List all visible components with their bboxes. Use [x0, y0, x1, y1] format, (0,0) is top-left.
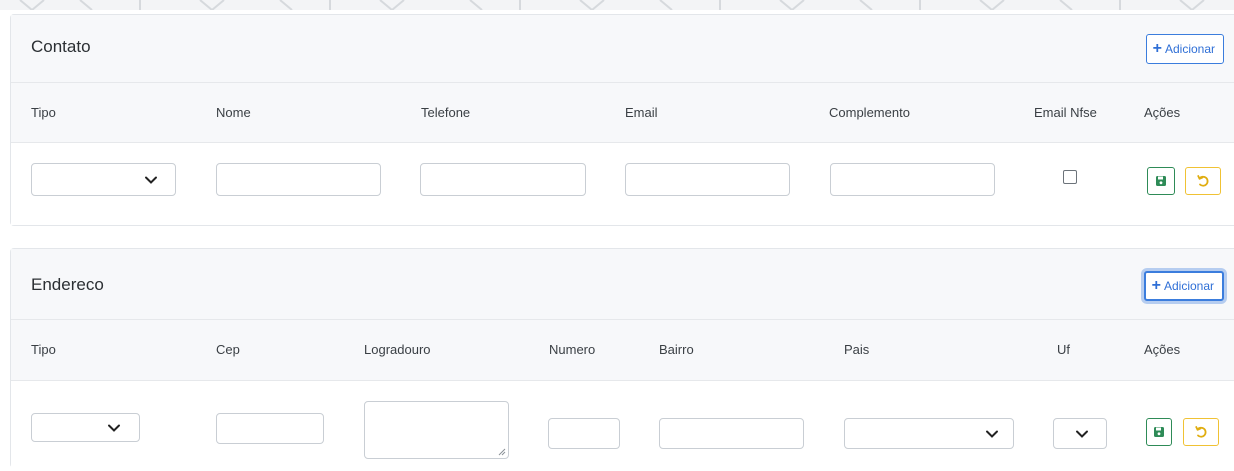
plus-icon: + [1152, 40, 1162, 57]
endereco-title: Endereco [31, 275, 104, 294]
contato-col-telefone: Telefone [421, 105, 471, 120]
endereco-col-acoes: Ações [1144, 342, 1181, 357]
endereco-cep-input[interactable] [216, 413, 324, 444]
floppy-disk-icon [1154, 427, 1164, 437]
plus-icon: + [1151, 277, 1161, 294]
contato-telefone-input[interactable] [420, 163, 586, 196]
contato-email-input[interactable] [625, 163, 790, 196]
contato-card: Contato + Adicionar Tipo Nome Telefone E… [10, 14, 1234, 226]
endereco-col-numero: Numero [549, 342, 596, 357]
endereco-add-label: Adicionar [1163, 279, 1214, 293]
endereco-add-button[interactable]: + Adicionar [1143, 271, 1224, 301]
contato-add-label: Adicionar [1164, 42, 1215, 56]
endereco-col-logradouro: Logradouro [364, 342, 431, 357]
contato-undo-button[interactable] [1185, 167, 1221, 195]
endereco-card: Endereco + Adicionar Tipo Cep Logradouro… [10, 248, 1234, 471]
endereco-col-cep: Cep [216, 342, 240, 357]
endereco-pais-select[interactable] [844, 418, 1014, 449]
contato-col-complemento: Complemento [829, 105, 910, 120]
contato-save-button[interactable] [1147, 167, 1175, 195]
endereco-save-button[interactable] [1146, 418, 1172, 446]
contato-table-header: Tipo Nome Telefone Email Complemento Ema… [11, 83, 1234, 143]
endereco-card-header: Endereco + Adicionar [11, 249, 1234, 320]
top-decorative-strip [0, 0, 1234, 10]
contato-complemento-input[interactable] [830, 163, 995, 196]
contato-col-email-nfse: Email Nfse [1034, 105, 1097, 120]
resize-grip-icon[interactable] [498, 448, 506, 456]
endereco-table-row [11, 381, 1234, 471]
endereco-col-tipo: Tipo [31, 342, 56, 357]
chevron-down-icon [1076, 430, 1088, 438]
chevron-down-icon [108, 424, 120, 432]
contato-table-row [11, 143, 1234, 225]
endereco-bairro-input[interactable] [659, 418, 804, 449]
contato-col-email: Email [625, 105, 658, 120]
floppy-disk-icon [1156, 176, 1166, 186]
contato-title: Contato [31, 37, 91, 56]
contato-nome-input[interactable] [216, 163, 381, 196]
endereco-col-bairro: Bairro [659, 342, 694, 357]
chevron-down-icon [986, 430, 998, 438]
contato-email-nfse-checkbox[interactable] [1063, 170, 1077, 184]
endereco-undo-button[interactable] [1183, 418, 1219, 446]
contato-col-nome: Nome [216, 105, 251, 120]
undo-icon [1195, 426, 1207, 438]
endereco-table-header: Tipo Cep Logradouro Numero Bairro Pais U… [11, 320, 1234, 381]
contato-col-acoes: Ações [1144, 105, 1181, 120]
endereco-numero-input[interactable] [548, 418, 620, 449]
endereco-col-pais: Pais [844, 342, 870, 357]
endereco-col-uf: Uf [1057, 342, 1070, 357]
chevron-down-icon [145, 176, 157, 184]
contato-col-tipo: Tipo [31, 105, 56, 120]
contato-tipo-select[interactable] [31, 163, 176, 196]
contato-card-header: Contato + Adicionar [11, 15, 1234, 83]
endereco-logradouro-textarea[interactable] [364, 401, 509, 459]
endereco-uf-select[interactable] [1053, 418, 1107, 449]
contato-add-button[interactable]: + Adicionar [1145, 34, 1224, 64]
endereco-tipo-select[interactable] [31, 413, 140, 442]
undo-icon [1197, 175, 1209, 187]
